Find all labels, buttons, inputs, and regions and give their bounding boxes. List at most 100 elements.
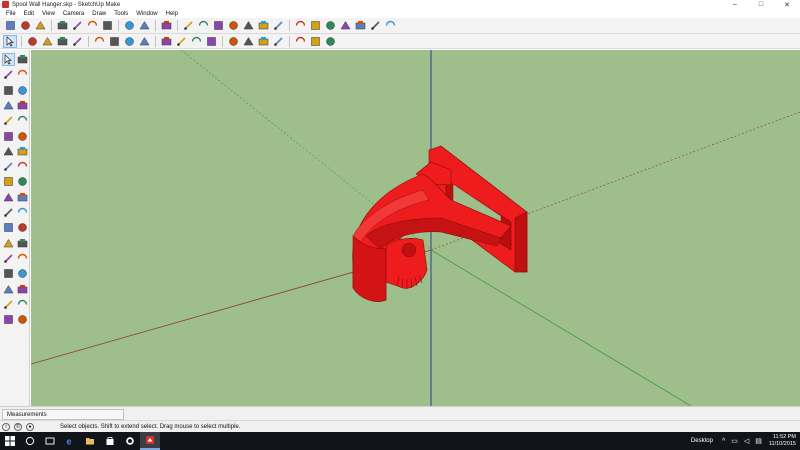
move-button[interactable] [107,35,121,48]
share-button[interactable] [308,19,322,32]
palette-circle-button[interactable] [2,114,15,127]
menu-view[interactable]: View [38,11,59,17]
materials-button[interactable] [211,19,225,32]
maximize-button[interactable]: □ [748,0,774,9]
print-button[interactable] [159,19,173,32]
desktop-toolbar-label[interactable]: Desktop [691,438,713,444]
palette-zoom-extents-button[interactable] [2,283,15,296]
palette-pan-button[interactable] [16,252,29,265]
palette-push-pull-button[interactable] [16,160,29,173]
palette-arc-button[interactable] [2,130,15,143]
line-button[interactable] [40,35,54,48]
zoom-button[interactable] [256,35,270,48]
sketchup-taskbar-button[interactable] [140,432,160,450]
clock[interactable]: 11:52 PM 11/10/2015 [769,434,796,448]
copy-button[interactable] [70,19,84,32]
notifications-icon[interactable]: ▤ [755,437,762,445]
open-button[interactable] [18,19,32,32]
start-button[interactable] [0,432,20,450]
eraser-button[interactable] [25,35,39,48]
volume-icon[interactable]: ◁ [744,437,749,445]
offset-button[interactable] [159,35,173,48]
chevron-up-icon[interactable]: ^ [722,438,725,445]
palette-text-button[interactable] [16,221,29,234]
arc-button[interactable] [55,35,69,48]
select-button[interactable] [3,34,17,48]
extension-warehouse-button[interactable] [383,19,397,32]
palette-freehand-button[interactable] [16,84,29,97]
search-button[interactable] [20,432,40,450]
palette-scale-button[interactable] [2,191,15,204]
palette-zoom-button[interactable] [2,267,15,280]
tape-button[interactable] [174,35,188,48]
texture-button[interactable] [368,19,382,32]
cut-button[interactable] [55,19,69,32]
palette-make-component-button[interactable] [16,53,29,66]
measurements-box[interactable]: Measurements [2,409,124,420]
palette-axes-button[interactable] [2,237,15,250]
menu-camera[interactable]: Camera [59,11,88,17]
model-viewport[interactable] [31,50,800,406]
palette-zoom-window-button[interactable] [16,267,29,280]
extension-button[interactable] [323,19,337,32]
menu-tools[interactable]: Tools [110,11,132,17]
rotate-button[interactable] [122,35,136,48]
component-share-button[interactable] [338,19,352,32]
palette-select-button[interactable] [2,53,15,66]
menu-draw[interactable]: Draw [88,11,110,17]
palette-offset-button[interactable] [16,191,29,204]
components-button[interactable] [196,19,210,32]
spool-hanger-model[interactable] [352,145,528,302]
close-button[interactable]: ✕ [774,0,800,9]
geo-location-icon[interactable]: i [2,422,10,431]
palette-3d-text-button[interactable] [16,237,29,250]
undo-button[interactable] [122,19,136,32]
menu-file[interactable]: File [2,11,20,17]
menu-window[interactable]: Window [132,11,161,17]
scale-button[interactable] [137,35,151,48]
styles-button[interactable] [226,19,240,32]
minimize-button[interactable]: – [722,0,748,9]
model-canvas[interactable] [31,50,800,406]
walk-button[interactable] [323,35,337,48]
paint-button[interactable] [204,35,218,48]
position-camera-button[interactable] [308,35,322,48]
palette-rotate-button[interactable] [2,175,15,188]
user-icon[interactable]: ● [26,422,34,431]
pan-button[interactable] [241,35,255,48]
layers-button[interactable] [241,19,255,32]
orbit-button[interactable] [226,35,240,48]
palette-position-camera-button[interactable] [2,298,15,311]
scenes-button[interactable] [256,19,270,32]
palette-three-point-arc-button[interactable] [16,145,29,158]
palette-eraser-button[interactable] [16,68,29,81]
save-button[interactable] [33,19,47,32]
palette-paint-bucket-button[interactable] [2,68,15,81]
palette-look-around-button[interactable] [16,298,29,311]
model-info-button[interactable] [181,19,195,32]
palette-rectangle-button[interactable] [2,99,15,112]
paste-button[interactable] [85,19,99,32]
redo-button[interactable] [137,19,151,32]
palette-pie-button[interactable] [16,130,29,143]
credits-icon[interactable]: © [14,422,22,431]
palette-dimension-button[interactable] [16,206,29,219]
store-taskbar-button[interactable] [100,432,120,450]
palette-section-plane-button[interactable] [16,313,29,326]
palette-follow-me-button[interactable] [16,175,29,188]
network-icon[interactable]: ▭ [731,437,738,445]
edge-taskbar-button[interactable]: e [60,432,80,450]
palette-tape-measure-button[interactable] [2,206,15,219]
warehouse-button[interactable] [293,19,307,32]
palette-protractor-button[interactable] [2,221,15,234]
menu-edit[interactable]: Edit [20,11,38,17]
palette-walk-button[interactable] [2,313,15,326]
shape-button[interactable] [70,35,84,48]
palette-previous-view-button[interactable] [16,283,29,296]
palette-two-point-arc-button[interactable] [2,145,15,158]
palette-move-button[interactable] [2,160,15,173]
zoom-extents-button[interactable] [271,35,285,48]
palette-orbit-button[interactable] [2,252,15,265]
erase-button[interactable] [100,19,114,32]
palette-polygon-button[interactable] [16,114,29,127]
